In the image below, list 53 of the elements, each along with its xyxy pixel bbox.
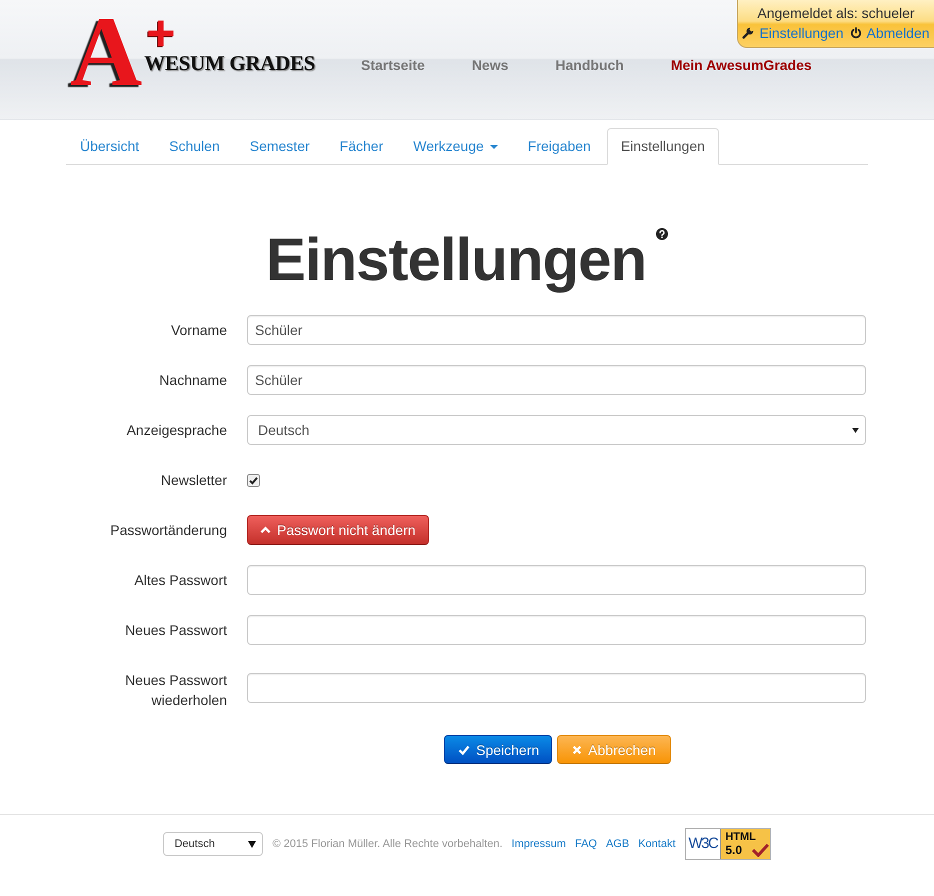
caret-down-icon	[852, 428, 859, 432]
tab[interactable]: Übersicht	[66, 128, 154, 165]
field-label: Altes Passwort	[133, 571, 227, 590]
user-menu-link[interactable]: Einstellungen	[742, 24, 844, 42]
checkbox[interactable]	[247, 474, 260, 486]
tab[interactable]: Einstellungen	[606, 128, 719, 165]
password-toggle-button[interactable]: Passwort nicht ändern	[247, 515, 429, 545]
text-field[interactable]: Schüler	[247, 315, 866, 345]
chevron-up-icon	[260, 526, 271, 534]
password-field[interactable]	[247, 672, 866, 702]
badge-logo-text: W3C	[688, 834, 719, 854]
footer-link[interactable]: FAQ	[574, 838, 597, 850]
field-label: Neues Passwort wiederholen	[124, 671, 227, 710]
page-title: Einstellungen	[266, 227, 646, 293]
logo-plus-sign: +	[146, 16, 176, 50]
field-label: Neues Passwort	[124, 621, 227, 640]
nav-link[interactable]: Mein AwesumGrades	[670, 56, 812, 74]
footer-link[interactable]: Impressum	[512, 838, 566, 850]
password-field[interactable]	[247, 615, 866, 645]
tab[interactable]: Fächer	[326, 128, 398, 165]
check-icon	[458, 744, 470, 756]
password-field[interactable]	[247, 565, 866, 595]
logo-wordmark: WESUM GRADES	[144, 52, 316, 74]
check-icon	[750, 843, 769, 857]
nav-link[interactable]: News	[472, 56, 508, 74]
login-status-text: Angemeldet als: schueler	[756, 4, 916, 22]
tab[interactable]: Freigaben	[514, 128, 605, 165]
wrench-icon	[742, 27, 754, 39]
field-label: Vorname	[170, 321, 227, 340]
field-label: Nachname	[158, 371, 227, 390]
text-field[interactable]: Schüler	[247, 365, 866, 395]
tab[interactable]: Werkzeuge	[399, 128, 512, 165]
field-label: Passwortänderung	[109, 521, 227, 540]
help-icon[interactable]	[656, 228, 668, 240]
power-icon	[850, 27, 862, 39]
tab[interactable]: Semester	[236, 128, 324, 165]
footer-link[interactable]: AGB	[606, 838, 630, 850]
badge-label-text: HTML	[725, 831, 756, 844]
close-icon	[572, 744, 582, 754]
copyright-text: © 2015 Florian Müller. Alle Rechte vorbehalten.	[272, 838, 503, 850]
tab[interactable]: Schulen	[155, 128, 234, 165]
badge-version-text: 5.0	[725, 844, 742, 857]
field-label: Newsletter	[160, 471, 227, 490]
dropdown-select[interactable]: Deutsch	[247, 415, 866, 445]
user-menu-link[interactable]: Abmelden	[850, 24, 930, 42]
field-label: Anzeigesprache	[126, 421, 227, 440]
save-button[interactable]: Speichern	[444, 735, 552, 764]
nav-link[interactable]: Handbuch	[555, 56, 624, 74]
caret-down-icon	[248, 840, 256, 848]
footer-link[interactable]: Kontakt	[638, 838, 676, 850]
nav-link[interactable]: Startseite	[361, 56, 425, 74]
language-select[interactable]: Deutsch	[163, 832, 264, 856]
logo-letter: A	[69, 13, 144, 91]
